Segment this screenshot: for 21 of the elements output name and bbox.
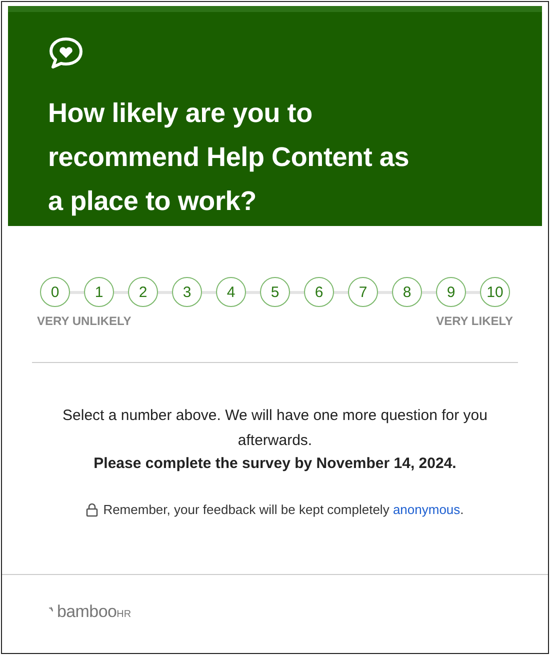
rating-option[interactable]: 10 xyxy=(480,277,510,307)
rating-option[interactable]: 1 xyxy=(84,277,114,307)
rating-option[interactable]: 4 xyxy=(216,277,246,307)
rating-option[interactable]: 5 xyxy=(260,277,290,307)
survey-question: How likely are you to recommend Help Content as a place to work? xyxy=(48,97,410,218)
rating-option[interactable]: 2 xyxy=(128,277,158,307)
rating-option[interactable]: 7 xyxy=(348,277,378,307)
instructions-text: Select a number above. We will have one more question for you afterwards. xyxy=(62,406,488,451)
bamboohr-logo: bambooHR xyxy=(48,602,132,622)
scale-low-label: VERY UNLIKELY xyxy=(37,314,132,328)
rating-option[interactable]: 8 xyxy=(392,277,422,307)
rating-option[interactable]: 6 xyxy=(304,277,334,307)
chat-heart-icon xyxy=(48,37,84,69)
anonymous-link[interactable]: anonymous xyxy=(392,502,460,517)
privacy-note: Remember, your feedback will be kept completely anonymous. xyxy=(103,502,464,517)
deadline-text: Please complete the survey by November 14, 2024. xyxy=(92,455,458,472)
rating-option[interactable]: 9 xyxy=(436,277,466,307)
lock-icon xyxy=(86,502,98,516)
scale-high-label: VERY LIKELY xyxy=(436,314,513,328)
rating-option[interactable]: 0 xyxy=(40,277,70,307)
rating-option[interactable]: 3 xyxy=(172,277,202,307)
